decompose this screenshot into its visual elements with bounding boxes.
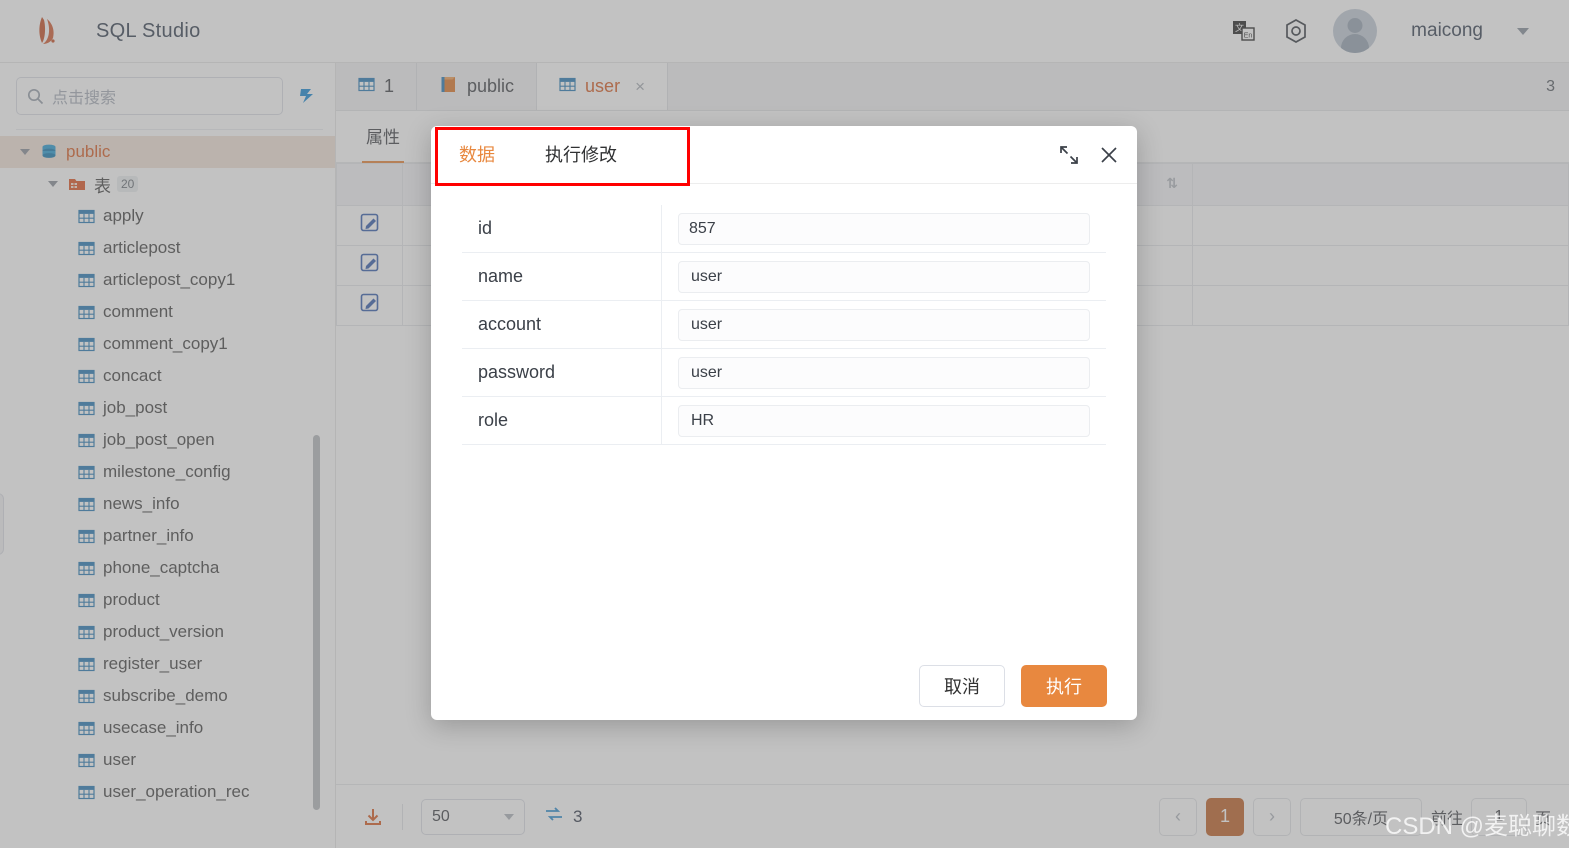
dialog-body: id 857 name user account user password user role… [431,184,1137,652]
dialog-tab-execute-changes[interactable]: 执行修改 [545,126,617,184]
field-label: name [462,252,662,301]
field-value-cell: user [662,301,1107,349]
field-input-role[interactable]: HR [678,404,1090,437]
close-icon[interactable] [1099,145,1119,165]
field-table-empty-space [462,445,1106,652]
field-label: role [462,396,662,445]
dialog-tab-data[interactable]: 数据 [459,126,495,184]
expand-glyph [1060,145,1078,164]
dialog-footer: 取消 执行 [431,652,1137,720]
close-glyph [1101,146,1117,163]
field-table: id 857 name user account user password user role… [461,204,1107,652]
field-row-role: role HR [462,396,1107,445]
field-row-name: name user [462,252,1107,301]
field-row-id: id 857 [462,205,1107,253]
app-root: SQL Studio 文 En maicong 点击搜索 public 表 20… [0,0,1569,848]
field-label: id [462,205,662,253]
field-value-cell: HR [662,397,1107,445]
field-input-account[interactable]: user [678,308,1090,341]
cancel-button[interactable]: 取消 [919,665,1005,707]
field-input-id[interactable]: 857 [678,212,1090,245]
field-row-password: password user [462,348,1107,397]
field-value-cell: user [662,253,1107,301]
empty-area [462,445,1106,652]
field-row-account: account user [462,300,1107,349]
field-label: password [462,348,662,397]
field-value-cell: user [662,349,1107,397]
expand-fullscreen-icon[interactable] [1059,145,1079,165]
field-input-name[interactable]: user [678,260,1090,293]
dialog-header: 数据 执行修改 [431,126,1137,184]
field-label: account [462,300,662,349]
edit-row-dialog: 数据 执行修改 id 857 name user account user pa… [431,126,1137,720]
field-value-cell: 857 [662,205,1107,253]
field-input-password[interactable]: user [678,356,1090,389]
execute-button[interactable]: 执行 [1021,665,1107,707]
dialog-header-actions [1059,145,1119,165]
